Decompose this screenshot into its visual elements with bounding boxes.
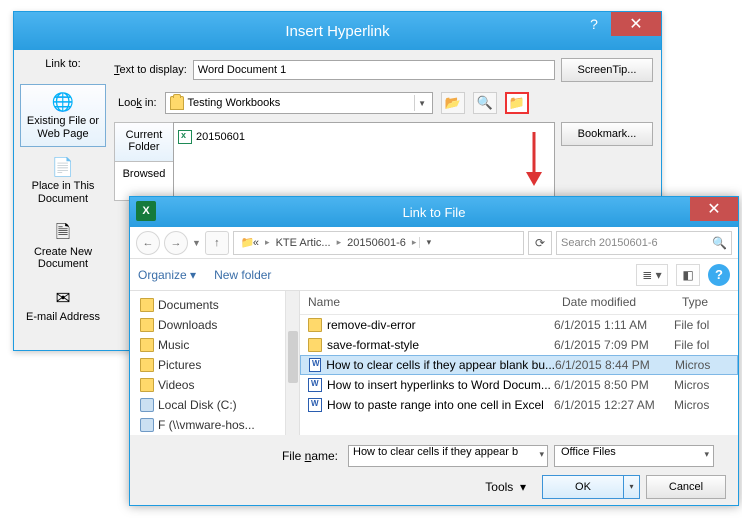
folder-icon (140, 298, 154, 312)
link-to-label: Link to: (24, 58, 102, 70)
forward-icon[interactable]: → (164, 231, 188, 255)
linkto-place-in-doc[interactable]: 📄 Place in This Document (20, 149, 106, 212)
tree-item[interactable]: Videos (140, 375, 299, 395)
look-in-dropdown[interactable]: Testing Workbooks ▼ (165, 92, 433, 114)
dialog-title: Link to File (130, 205, 738, 220)
file-type-filter[interactable]: Office Files ▾ (554, 445, 714, 467)
table-row[interactable]: remove-div-error6/1/2015 1:11 AMFile fol (300, 315, 738, 335)
breadcrumb[interactable]: 📁 «▸ KTE Artic...▸ 20150601-6▸ ▾ (233, 231, 524, 255)
titlebar[interactable]: Insert Hyperlink ? ✕ (14, 12, 661, 50)
search-icon: 🔍 (712, 236, 727, 250)
dialog-title: Insert Hyperlink (14, 23, 661, 40)
linkto-create-new-doc[interactable]: 🗎 Create New Document (20, 215, 106, 278)
table-row[interactable]: How to clear cells if they appear blank … (300, 355, 738, 375)
file-list-header[interactable]: Name Date modified Type (300, 291, 738, 315)
excel-file-icon (178, 130, 192, 144)
linkto-email-address[interactable]: ✉ E-mail Address (20, 280, 106, 331)
mail-icon: ✉ (51, 287, 75, 309)
linkto-existing-file[interactable]: 🌐 Existing File or Web Page (20, 84, 106, 147)
globe-page-icon: 🌐 (51, 91, 75, 113)
chevron-down-icon[interactable]: ▾ (704, 449, 709, 460)
document-place-icon: 📄 (51, 156, 75, 178)
dialog-footer: File name: How to clear cells if they ap… (130, 435, 738, 505)
new-document-icon: 🗎 (51, 222, 75, 244)
chevron-down-icon[interactable]: ▾ (539, 449, 544, 460)
bookmark-button[interactable]: Bookmark... (561, 122, 653, 146)
explorer-navbar: ← → ▼ ↑ 📁 «▸ KTE Artic...▸ 20150601-6▸ ▾… (130, 227, 738, 259)
folder-icon (140, 378, 154, 392)
preview-pane-icon[interactable]: ◧ (676, 264, 700, 286)
file-name-input[interactable]: How to clear cells if they appear b ▾ (348, 445, 548, 467)
text-to-display-label: Text to display: (114, 64, 187, 76)
screentip-button[interactable]: ScreenTip... (561, 58, 653, 82)
excel-app-icon: X (136, 201, 156, 221)
list-item[interactable]: 20150601 (178, 127, 550, 147)
folder-icon (308, 318, 322, 332)
word-file-icon (308, 378, 322, 392)
back-icon[interactable]: ← (136, 231, 160, 255)
cancel-button[interactable]: Cancel (646, 475, 726, 499)
folder-icon (170, 96, 184, 110)
close-icon[interactable]: ✕ (690, 197, 738, 221)
word-file-icon (308, 398, 322, 412)
tree-item[interactable]: Pictures (140, 355, 299, 375)
link-to-file-dialog: X Link to File ✕ ← → ▼ ↑ 📁 «▸ KTE Artic.… (129, 196, 739, 506)
link-to-list: 🌐 Existing File or Web Page 📄 Place in T… (20, 84, 106, 330)
organize-menu[interactable]: Organize ▾ (138, 268, 196, 282)
folder-icon (140, 358, 154, 372)
disk-icon (140, 398, 154, 412)
look-in-label: Look in: (118, 97, 157, 109)
refresh-icon[interactable]: ⟳ (528, 231, 552, 255)
tab-current-folder[interactable]: Current Folder (114, 122, 174, 162)
tree-item[interactable]: Downloads (140, 315, 299, 335)
close-icon[interactable]: ✕ (611, 12, 661, 36)
folder-icon (140, 318, 154, 332)
chevron-down-icon[interactable]: ▼ (414, 95, 430, 111)
text-to-display-input[interactable] (193, 60, 555, 80)
help-icon[interactable]: ? (577, 12, 611, 36)
browse-web-icon[interactable]: 🔍 (473, 92, 497, 114)
table-row[interactable]: How to insert hyperlinks to Word Docum..… (300, 375, 738, 395)
table-row[interactable]: How to paste range into one cell in Exce… (300, 395, 738, 415)
ok-split-icon[interactable]: ▾ (624, 475, 640, 499)
tree-item[interactable]: Documents (140, 295, 299, 315)
tab-browsed-pages[interactable]: Browsed (114, 161, 174, 201)
up-icon[interactable]: ↑ (205, 231, 229, 255)
up-folder-icon[interactable]: 📂 (441, 92, 465, 114)
word-file-icon (309, 358, 321, 372)
chevron-down-icon[interactable]: ▾ (419, 237, 437, 248)
view-mode-icon[interactable]: ≣ ▾ (636, 264, 668, 286)
tree-item[interactable]: F (\\vmware-hos... (140, 415, 299, 435)
folder-icon (140, 338, 154, 352)
titlebar[interactable]: X Link to File ✕ (130, 197, 738, 227)
file-name-label: File name: (142, 449, 342, 463)
folder-icon (308, 338, 322, 352)
explorer-toolbar: Organize ▾ New folder ≣ ▾ ◧ ? (130, 259, 738, 291)
tree-item[interactable]: Local Disk (C:) (140, 395, 299, 415)
ok-button[interactable]: OK (542, 475, 624, 499)
network-drive-icon (140, 418, 154, 432)
table-row[interactable]: save-format-style6/1/2015 7:09 PMFile fo… (300, 335, 738, 355)
search-input[interactable]: Search 20150601-6 🔍 (556, 231, 732, 255)
new-folder-button[interactable]: New folder (214, 268, 271, 282)
browse-file-icon[interactable]: 📁 (505, 92, 529, 114)
tools-menu[interactable]: Tools ▾ (485, 480, 526, 494)
tree-item[interactable]: Music (140, 335, 299, 355)
help-icon[interactable]: ? (708, 264, 730, 286)
